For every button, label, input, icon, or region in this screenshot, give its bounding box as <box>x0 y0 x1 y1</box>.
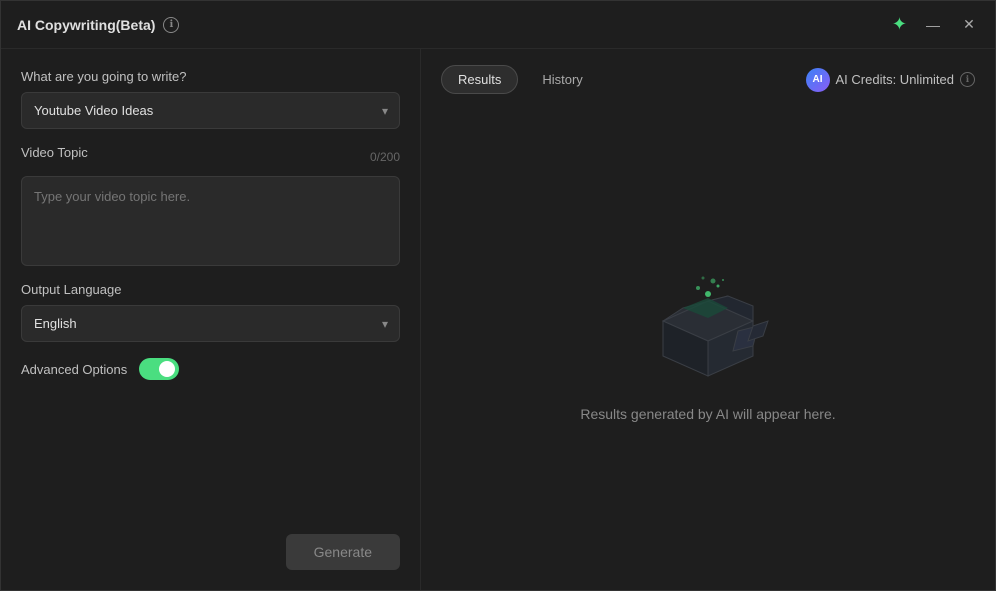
app-title: AI Copywriting(Beta) <box>17 17 155 33</box>
video-topic-label: Video Topic <box>21 145 88 160</box>
left-panel: What are you going to write? Youtube Vid… <box>1 49 421 590</box>
char-count: 0/200 <box>370 150 400 164</box>
close-button[interactable]: ✕ <box>959 15 979 35</box>
empty-state-illustration <box>638 266 778 386</box>
video-topic-input[interactable] <box>21 176 400 266</box>
tabs: Results History <box>441 65 599 94</box>
what-to-write-label: What are you going to write? <box>21 69 400 84</box>
language-select-wrapper: English ▾ <box>21 305 400 342</box>
credits-info-icon[interactable]: ℹ <box>960 72 975 87</box>
ai-credits-text: AI Credits: Unlimited <box>836 72 954 87</box>
advanced-options-toggle[interactable] <box>139 358 179 380</box>
tab-results[interactable]: Results <box>441 65 518 94</box>
results-message: Results generated by AI will appear here… <box>580 406 835 422</box>
tab-history[interactable]: History <box>526 66 598 93</box>
main-content: What are you going to write? Youtube Vid… <box>1 49 995 590</box>
language-select[interactable]: English <box>21 305 400 342</box>
right-panel: Results History AI AI Credits: Unlimited… <box>421 49 995 590</box>
what-to-write-group: What are you going to write? Youtube Vid… <box>21 69 400 129</box>
ai-logo: AI <box>806 68 830 92</box>
title-info-icon[interactable]: ℹ <box>163 17 179 33</box>
right-header: Results History AI AI Credits: Unlimited… <box>441 65 975 94</box>
content-type-select[interactable]: Youtube Video Ideas <box>21 92 400 129</box>
app-window: AI Copywriting(Beta) ℹ ✦ — ✕ What are yo… <box>0 0 996 591</box>
generate-button[interactable]: Generate <box>286 534 400 570</box>
bookmark-icon[interactable]: ✦ <box>892 14 907 35</box>
advanced-options-row: Advanced Options <box>21 358 400 380</box>
generate-btn-wrapper: Generate <box>21 534 400 570</box>
advanced-options-label: Advanced Options <box>21 362 127 377</box>
title-bar: AI Copywriting(Beta) ℹ ✦ — ✕ <box>1 1 995 49</box>
results-area: Results generated by AI will appear here… <box>441 114 975 574</box>
video-topic-group: Video Topic 0/200 <box>21 145 400 266</box>
output-language-group: Output Language English ▾ <box>21 282 400 342</box>
output-language-label: Output Language <box>21 282 400 297</box>
content-type-wrapper: Youtube Video Ideas ▾ <box>21 92 400 129</box>
title-bar-left: AI Copywriting(Beta) ℹ <box>17 17 179 33</box>
title-bar-right: ✦ — ✕ <box>892 14 979 35</box>
minimize-button[interactable]: — <box>923 15 943 35</box>
video-topic-header: Video Topic 0/200 <box>21 145 400 168</box>
ai-credits: AI AI Credits: Unlimited ℹ <box>806 68 975 92</box>
